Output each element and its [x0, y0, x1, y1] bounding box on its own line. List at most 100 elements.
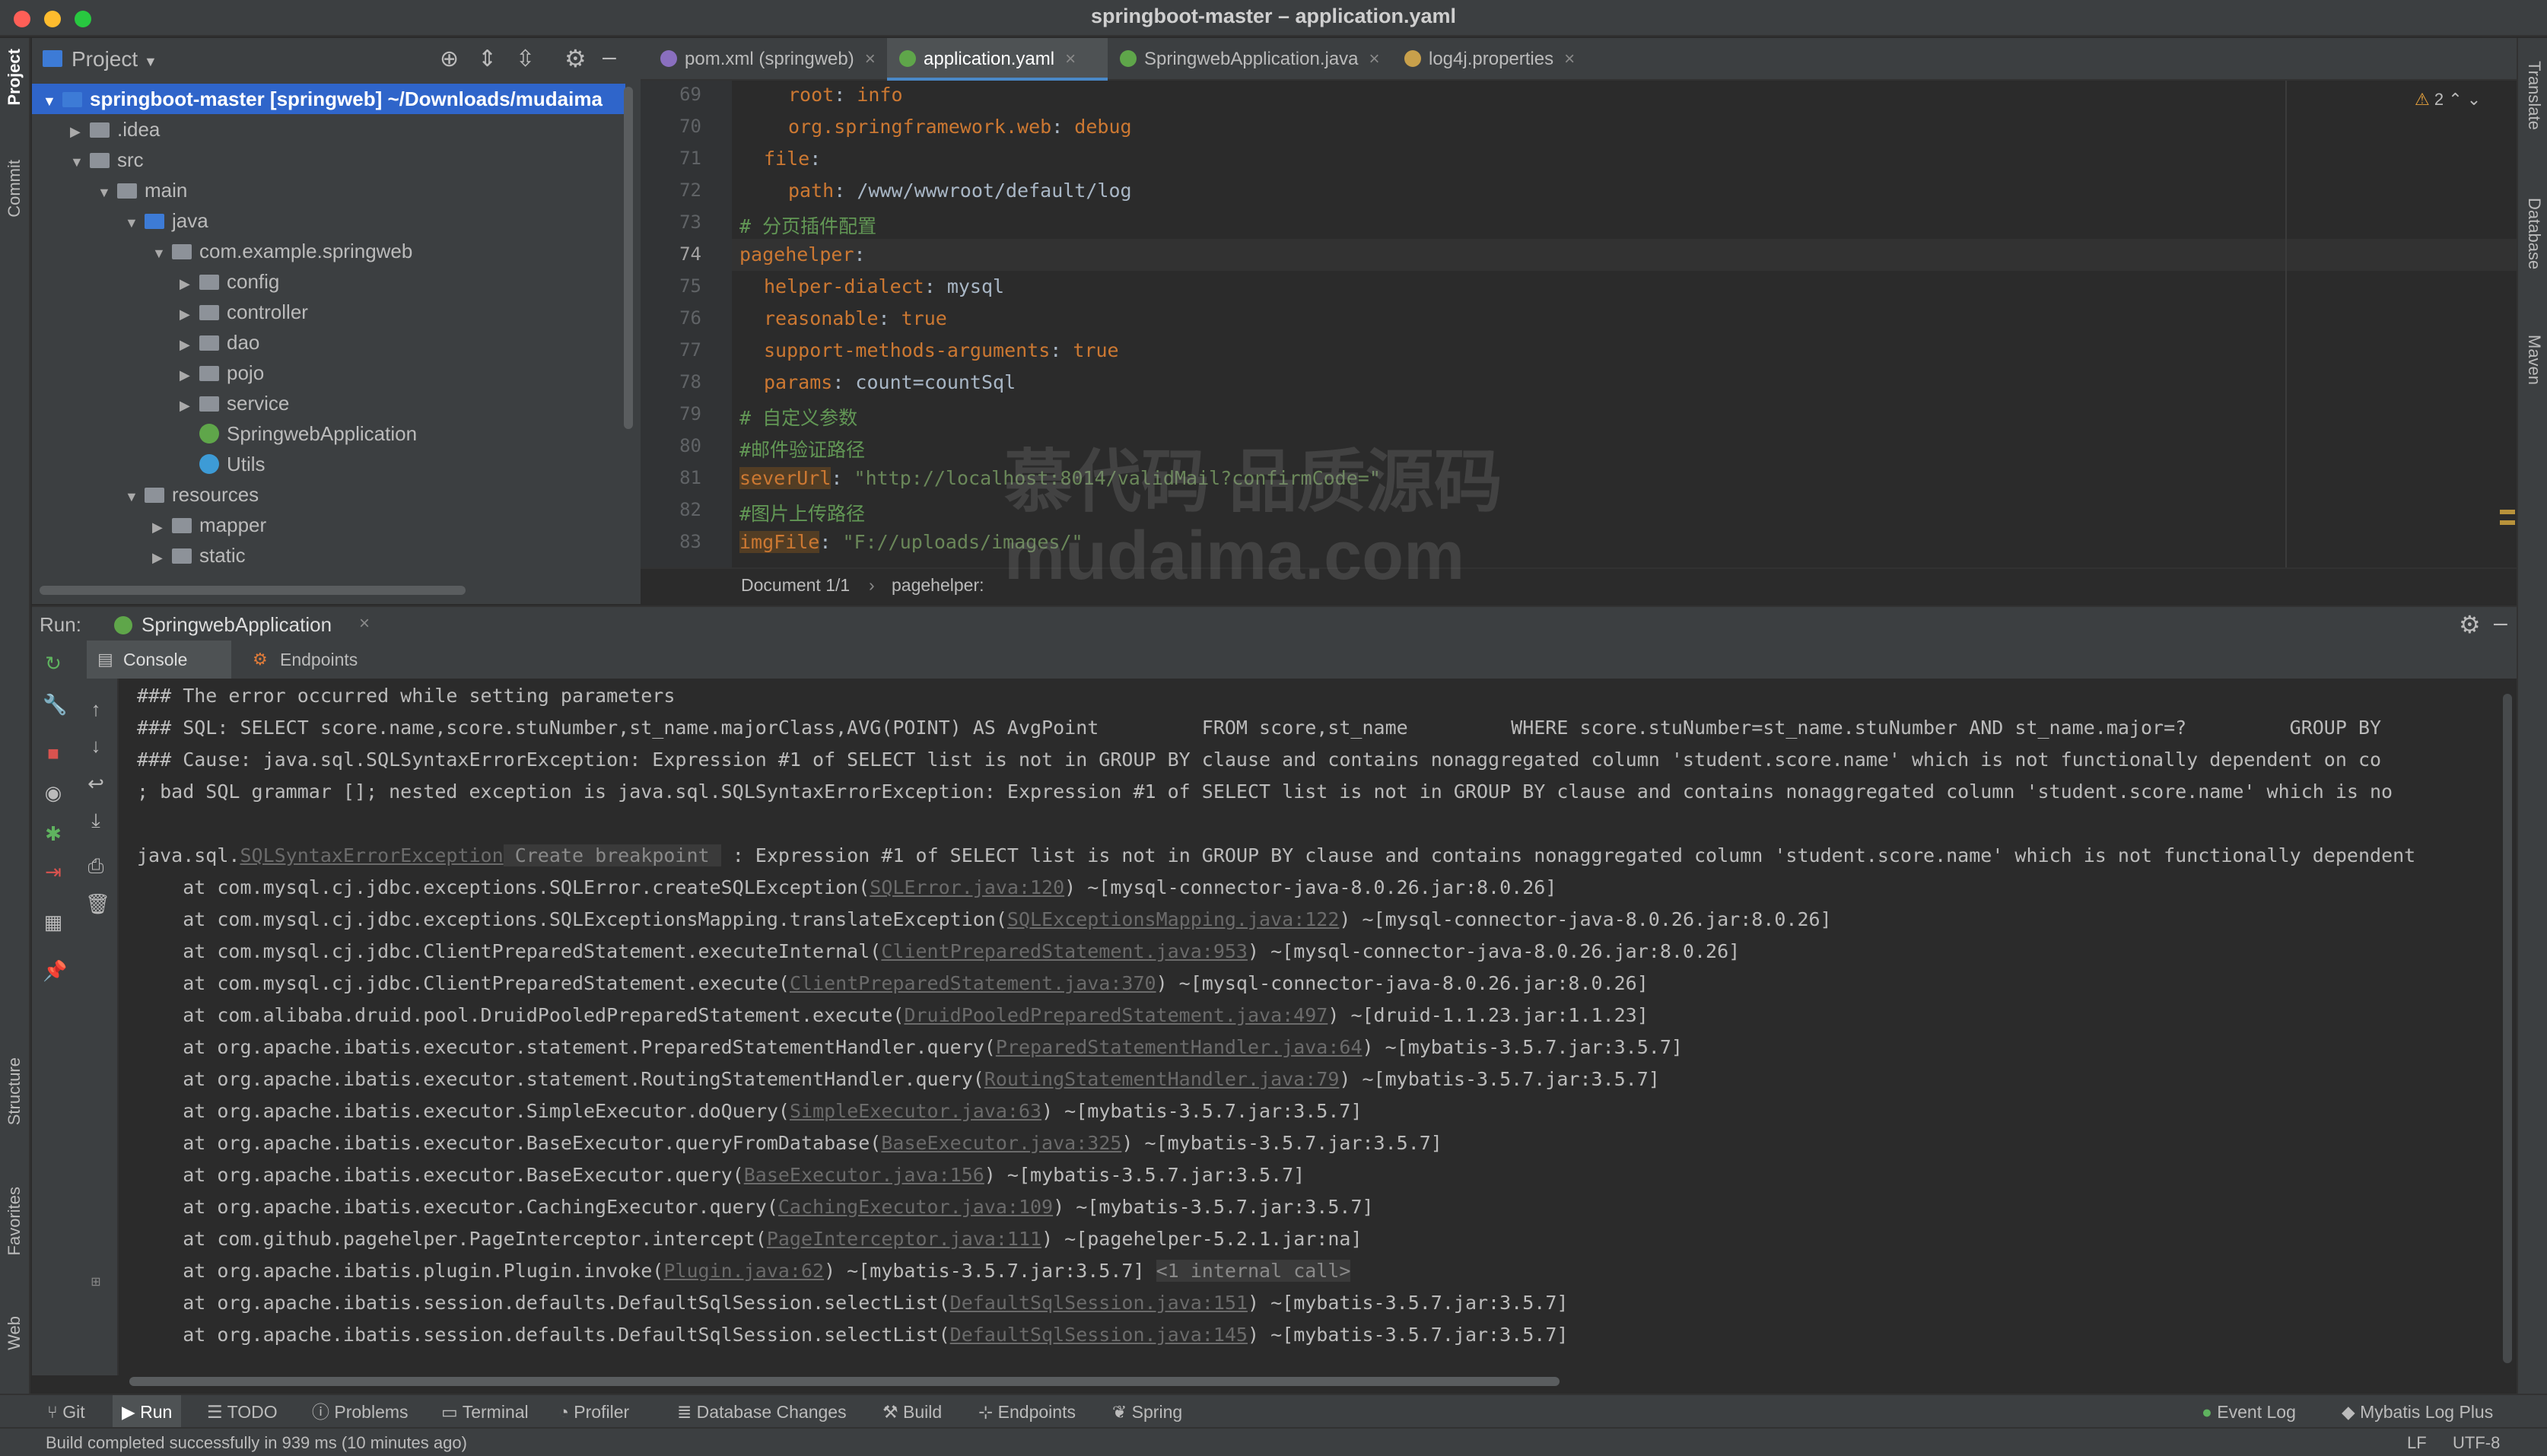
console-scrollbar[interactable] — [2503, 694, 2512, 1363]
code-line[interactable]: file: — [764, 148, 821, 170]
tree-item-springwebapplication[interactable]: SpringwebApplication — [32, 418, 625, 449]
line-separator[interactable]: LF — [2407, 1433, 2427, 1453]
arrow-up-icon[interactable]: ↑ — [85, 698, 107, 720]
inspection-widget[interactable]: ⚠ 2 ⌃ ⌄ — [2415, 90, 2481, 110]
project-view-title[interactable]: Project ▼ — [72, 47, 157, 72]
tree-item-config[interactable]: ▶ config — [32, 266, 625, 297]
project-tool-button[interactable]: Project — [5, 49, 24, 106]
code-line[interactable]: #图片上传路径 — [739, 499, 865, 526]
source-link[interactable]: BaseExecutor.java:156 — [744, 1164, 984, 1186]
bottom-tool-event-log[interactable]: ● Event Log — [2202, 1395, 2296, 1429]
breadcrumb-item[interactable]: Document 1/1 — [741, 575, 850, 596]
source-link[interactable]: PreparedStatementHandler.java:64 — [996, 1036, 1363, 1058]
source-link[interactable]: Plugin.java:62 — [663, 1260, 824, 1282]
bottom-tool-todo[interactable]: ☰ TODO — [207, 1395, 278, 1429]
chevron-down-icon[interactable]: ▼ — [97, 177, 117, 205]
tree-scrollbar[interactable] — [624, 87, 633, 429]
editor-tab-springwebapplication-java[interactable]: SpringwebApplication.java × — [1108, 38, 1388, 81]
chevron-right-icon[interactable]: ▶ — [152, 542, 172, 571]
file-encoding[interactable]: UTF-8 — [2453, 1433, 2500, 1453]
gear-icon[interactable]: ⚙ — [2459, 610, 2481, 639]
pin-icon[interactable]: 📌 — [43, 960, 67, 981]
exit-icon[interactable]: ⇥ — [43, 861, 64, 882]
fold-marker-icon[interactable]: ⊞ — [85, 1272, 107, 1293]
chevron-right-icon[interactable]: ▶ — [180, 329, 199, 358]
chevron-down-icon[interactable]: ▼ — [70, 147, 90, 175]
tree-item-static[interactable]: ▶ static — [32, 540, 625, 571]
bottom-tool-terminal[interactable]: ▭ Terminal — [441, 1395, 529, 1429]
chevron-right-icon[interactable]: ▶ — [180, 360, 199, 388]
code-line[interactable]: pagehelper: — [739, 243, 866, 265]
tab-console[interactable]: ▤ Console — [87, 641, 231, 679]
chevron-right-icon[interactable]: ▶ — [152, 512, 172, 540]
chevron-right-icon[interactable]: ▶ — [70, 116, 90, 145]
locate-icon[interactable]: ⊕ — [440, 46, 459, 72]
source-link[interactable]: SimpleExecutor.java:63 — [790, 1100, 1041, 1122]
tree-item-controller[interactable]: ▶ controller — [32, 297, 625, 327]
code-line[interactable]: #邮件验证路径 — [739, 435, 865, 463]
code-line[interactable]: params: count=countSql — [764, 371, 1016, 393]
chevron-down-icon[interactable]: ▼ — [125, 208, 145, 236]
tree-item-main[interactable]: ▼ main — [32, 175, 625, 205]
structure-tool-button[interactable]: Structure — [5, 1057, 24, 1125]
hide-panel-icon[interactable]: – — [2494, 609, 2507, 637]
code-line[interactable]: support-methods-arguments: true — [764, 339, 1119, 361]
chevron-right-icon[interactable]: ▶ — [180, 269, 199, 297]
tree-item-springboot-master[interactable]: ▼ springboot-master [springweb] ~/Downloa… — [32, 84, 625, 114]
code-line[interactable]: root: info — [788, 84, 903, 106]
trash-icon[interactable]: 🗑 — [85, 893, 110, 914]
console-horizontal-scrollbar[interactable] — [129, 1377, 1560, 1386]
arrow-down-icon[interactable]: ↓ — [85, 735, 107, 756]
close-icon[interactable]: × — [1065, 49, 1076, 69]
scroll-to-end-icon[interactable]: ⤓ — [85, 809, 107, 831]
bottom-tool-database-changes[interactable]: ≣ Database Changes — [677, 1395, 847, 1429]
tree-item-dao[interactable]: ▶ dao — [32, 327, 625, 358]
debug-icon[interactable]: ✱ — [43, 823, 64, 844]
close-icon[interactable]: × — [359, 613, 370, 634]
tree-item-com-example-springweb[interactable]: ▼ com.example.springweb — [32, 236, 625, 266]
hide-panel-icon[interactable]: – — [603, 43, 616, 71]
tree-item-service[interactable]: ▶ service — [32, 388, 625, 418]
tree-item-mapper[interactable]: ▶ mapper — [32, 510, 625, 540]
code-line[interactable]: helper-dialect: mysql — [764, 275, 1004, 297]
soft-wrap-icon[interactable]: ↩ — [85, 773, 107, 794]
breadcrumb-item[interactable]: pagehelper: — [892, 575, 984, 596]
run-config-tab[interactable]: SpringwebApplication — [142, 613, 332, 637]
code-line[interactable]: org.springframework.web: debug — [788, 116, 1132, 138]
source-link[interactable]: RoutingStatementHandler.java:79 — [984, 1068, 1340, 1090]
source-link[interactable]: ClientPreparedStatement.java:953 — [881, 940, 1248, 962]
code-line[interactable]: path: /www/wwwroot/default/log — [788, 180, 1132, 202]
console-hint[interactable]: <1 internal call> — [1156, 1260, 1351, 1282]
bottom-tool-endpoints[interactable]: ⊹ Endpoints — [978, 1395, 1076, 1429]
tree-horizontal-scrollbar[interactable] — [40, 586, 466, 595]
source-link[interactable]: ClientPreparedStatement.java:370 — [790, 972, 1156, 994]
bottom-tool-build[interactable]: ⚒ Build — [882, 1395, 942, 1429]
source-link[interactable]: PageInterceptor.java:111 — [767, 1228, 1041, 1250]
tab-endpoints[interactable]: ⚙ Endpoints — [219, 641, 371, 679]
tree-item-resources[interactable]: ▼ resources — [32, 479, 625, 510]
bottom-tool-mybatis-log-plus[interactable]: ◆ Mybatis Log Plus — [2342, 1395, 2493, 1429]
chevron-down-icon[interactable]: ▼ — [125, 482, 145, 510]
source-link[interactable]: SQLExceptionsMapping.java:122 — [1007, 908, 1340, 930]
web-tool-button[interactable]: Web — [5, 1316, 24, 1350]
editor-tab-pom-xml[interactable]: pom.xml (springweb) × — [648, 38, 876, 81]
source-link[interactable]: SQLSyntaxErrorException — [240, 844, 503, 866]
editor-tab-application-yaml[interactable]: application.yaml × — [887, 38, 1108, 81]
source-link[interactable]: DefaultSqlSession.java:145 — [950, 1324, 1248, 1346]
bottom-tool-spring[interactable]: ❦ Spring — [1112, 1395, 1182, 1429]
code-line[interactable]: # 分页插件配置 — [739, 211, 876, 239]
rerun-icon[interactable]: ↻ — [43, 653, 64, 674]
bottom-tool-profiler[interactable]: ◔ Profiler — [558, 1395, 629, 1429]
expand-all-icon[interactable]: ⇕ — [478, 46, 497, 72]
chevron-down-icon[interactable]: ▼ — [152, 238, 172, 266]
wrench-icon[interactable]: 🔧 — [43, 694, 67, 715]
collapse-all-icon[interactable]: ⇳ — [516, 46, 535, 72]
source-link[interactable]: CachingExecutor.java:109 — [778, 1196, 1053, 1218]
chevron-up-icon[interactable]: ⌃ — [2448, 90, 2462, 109]
commit-tool-button[interactable]: Commit — [5, 160, 24, 218]
chevron-right-icon[interactable]: ▶ — [180, 299, 199, 327]
close-icon[interactable]: × — [865, 49, 876, 69]
console-hint[interactable]: Create breakpoint — [503, 844, 721, 866]
camera-icon[interactable]: ◉ — [43, 782, 64, 803]
maven-tool-button[interactable]: Maven — [2524, 335, 2544, 385]
